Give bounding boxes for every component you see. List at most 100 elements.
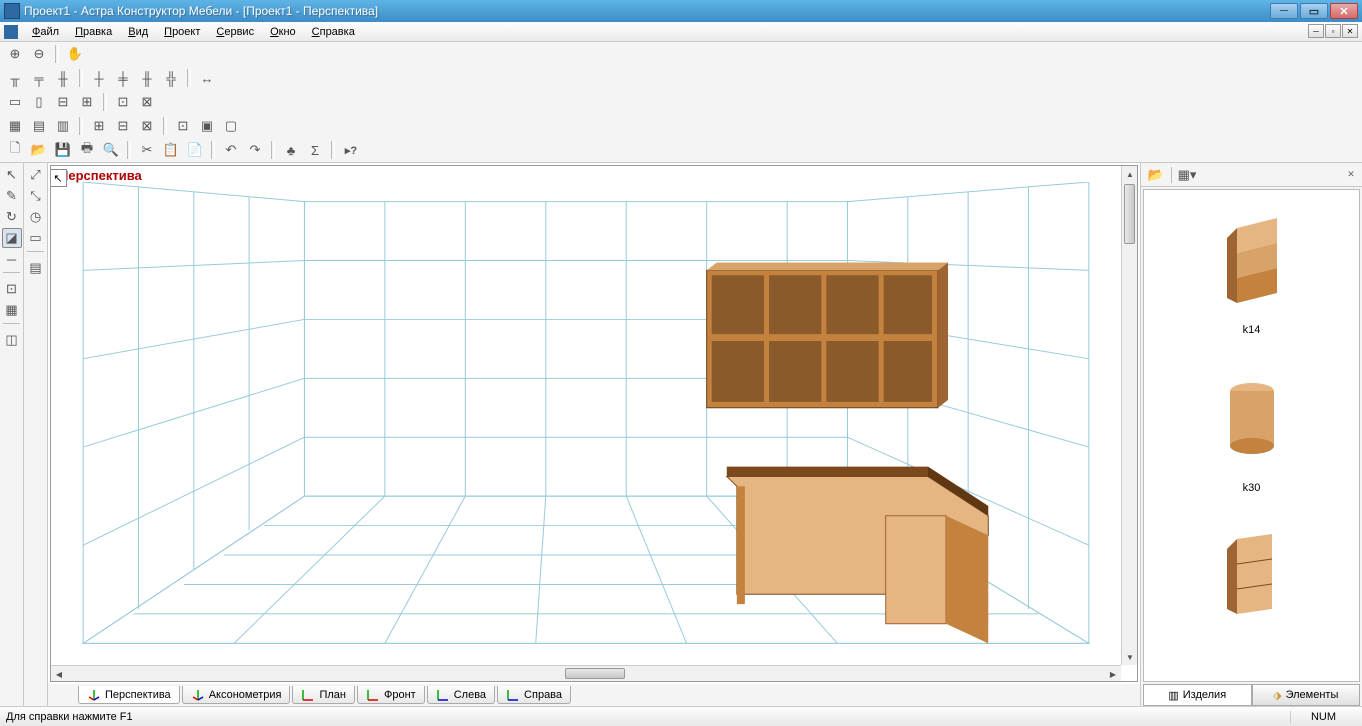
app-icon (4, 3, 20, 19)
open-library-icon[interactable]: 📂 (1145, 164, 1167, 186)
scroll-left-icon[interactable]: ◀ (51, 666, 67, 682)
window-controls: ─ ▭ ✕ (1270, 3, 1358, 19)
grid-tool-icon[interactable]: ▦ (4, 115, 26, 137)
line-tool-icon[interactable]: ─ (2, 249, 22, 269)
select-tool-icon[interactable]: ↖ (2, 165, 22, 185)
snap-tool-icon[interactable]: ╬ (160, 67, 182, 89)
snap-tool-icon[interactable]: ╪ (112, 67, 134, 89)
rect-tool-icon[interactable]: ▭ (26, 228, 46, 248)
panel-tool-icon[interactable]: ▭ (4, 91, 26, 113)
menu-edit[interactable]: Правка (67, 24, 120, 40)
mdi-close-button[interactable]: ✕ (1342, 24, 1358, 38)
cursor-select-icon[interactable]: ↖ (50, 169, 67, 187)
mdi-restore-button[interactable]: ▫ (1325, 24, 1341, 38)
panel-tool-icon[interactable]: ⊞ (76, 91, 98, 113)
maximize-button[interactable]: ▭ (1300, 3, 1328, 19)
sigma-icon[interactable]: Σ (304, 139, 326, 161)
undo-icon[interactable]: ↶ (220, 139, 242, 161)
tab-elements[interactable]: ⬗ Элементы (1252, 684, 1361, 706)
redo-icon[interactable]: ↷ (244, 139, 266, 161)
tab-front[interactable]: Фронт (357, 686, 425, 704)
snap-tool-icon[interactable]: ┼ (88, 67, 110, 89)
save-file-icon[interactable]: 💾 (52, 139, 74, 161)
left-toolbar: ↖ ✎ ↻ ◪ ─ ⊡ ▦ ◫ (0, 163, 24, 706)
grid-tool-icon[interactable]: ⊡ (172, 115, 194, 137)
place-tool-icon[interactable]: ◪ (2, 228, 22, 248)
menu-file[interactable]: Файл (24, 24, 67, 40)
tab-perspective[interactable]: Перспектива (78, 686, 180, 704)
scroll-thumb[interactable] (565, 668, 625, 679)
statusbar: Для справки нажмите F1 NUM (0, 706, 1362, 726)
rotate-tool-icon[interactable]: ↻ (2, 207, 22, 227)
tab-plan[interactable]: План (292, 686, 355, 704)
tab-right[interactable]: Справа (497, 686, 571, 704)
distribute-tool-icon[interactable]: ↔ (196, 67, 218, 89)
zoom-out-icon[interactable]: ⊖ (28, 43, 50, 65)
print-preview-icon[interactable]: 🔍 (100, 139, 122, 161)
dim-tool-icon[interactable]: ▦ (2, 300, 22, 320)
tab-left[interactable]: Слева (427, 686, 495, 704)
menu-service[interactable]: Сервис (208, 24, 262, 40)
scroll-up-icon[interactable]: ▲ (1122, 166, 1138, 182)
scrollbar-horizontal[interactable]: ◀ ▶ (51, 665, 1121, 681)
menu-project[interactable]: Проект (156, 24, 208, 40)
zoom-in-icon[interactable]: ⊕ (4, 43, 26, 65)
whats-this-icon[interactable]: ▸? (340, 139, 362, 161)
layer-tool-icon[interactable]: ▤ (26, 258, 46, 278)
measure-tool-icon[interactable]: ⤢ (26, 165, 46, 185)
new-file-icon[interactable]: 🗋 (4, 139, 26, 161)
library-list[interactable]: k14 k30 (1143, 189, 1360, 682)
grid-tool-icon[interactable]: ▣ (196, 115, 218, 137)
snap-tool-icon[interactable]: ╫ (136, 67, 158, 89)
close-button[interactable]: ✕ (1330, 3, 1358, 19)
grid-tool-icon[interactable]: ▢ (220, 115, 242, 137)
grid-tool-icon[interactable]: ⊞ (88, 115, 110, 137)
scroll-right-icon[interactable]: ▶ (1105, 666, 1121, 682)
grid-tool-icon[interactable]: ⊠ (136, 115, 158, 137)
dim-tool-icon[interactable]: ◫ (2, 330, 22, 350)
menu-view[interactable]: Вид (120, 24, 156, 40)
library-item[interactable]: k14 (1144, 198, 1359, 336)
mdi-minimize-button[interactable]: ─ (1308, 24, 1324, 38)
print-icon[interactable]: 🖶 (76, 139, 98, 161)
tab-axonometry[interactable]: Аксонометрия (182, 686, 291, 704)
panel-tool-icon[interactable]: ⊟ (52, 91, 74, 113)
align-tool-icon[interactable]: ╫ (52, 67, 74, 89)
scroll-down-icon[interactable]: ▼ (1122, 649, 1138, 665)
scrollbar-vertical[interactable]: ▲ ▼ (1121, 166, 1137, 665)
paste-icon[interactable]: 📄 (184, 139, 206, 161)
library-item[interactable] (1144, 514, 1359, 640)
tab-label: План (319, 689, 346, 701)
align-tool-icon[interactable]: ╤ (28, 67, 50, 89)
tree-icon[interactable]: ♣ (280, 139, 302, 161)
measure-tool-icon[interactable]: ⤡ (26, 186, 46, 206)
panel-tool-icon[interactable]: ⊠ (136, 91, 158, 113)
axis-3d-icon (87, 688, 101, 702)
panel-tool-icon[interactable]: ⊡ (112, 91, 134, 113)
cut-icon[interactable]: ✂ (136, 139, 158, 161)
pan-icon[interactable]: ✋ (64, 43, 86, 65)
minimize-button[interactable]: ─ (1270, 3, 1298, 19)
grid-tool-icon[interactable]: ⊟ (112, 115, 134, 137)
panel-tool-icon[interactable]: ▯ (28, 91, 50, 113)
measure-tool-icon[interactable]: ◷ (26, 207, 46, 227)
scroll-thumb[interactable] (1124, 184, 1135, 244)
dim-tool-icon[interactable]: ⊡ (2, 279, 22, 299)
status-num: NUM (1290, 711, 1356, 723)
align-tool-icon[interactable]: ╥ (4, 67, 26, 89)
copy-icon[interactable]: 📋 (160, 139, 182, 161)
edit-tool-icon[interactable]: ✎ (2, 186, 22, 206)
tab-products[interactable]: ▥ Изделия (1143, 684, 1252, 706)
view-mode-icon[interactable]: ▦▾ (1176, 164, 1198, 186)
panel-close-icon[interactable]: ✕ (1344, 167, 1358, 181)
viewport-3d[interactable]: ↖ Перспектива (50, 165, 1138, 682)
grid-tool-icon[interactable]: ▥ (52, 115, 74, 137)
library-thumb (1207, 356, 1297, 476)
grid-tool-icon[interactable]: ▤ (28, 115, 50, 137)
library-toolbar: 📂 ▦▾ ✕ (1141, 163, 1362, 187)
menu-window[interactable]: Окно (262, 24, 304, 40)
open-file-icon[interactable]: 📂 (28, 139, 50, 161)
library-item[interactable]: k30 (1144, 356, 1359, 494)
library-item-label: k14 (1243, 324, 1261, 336)
menu-help[interactable]: Справка (304, 24, 363, 40)
